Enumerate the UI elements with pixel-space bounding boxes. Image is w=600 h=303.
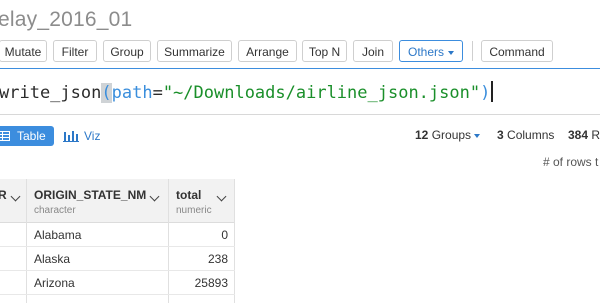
command-arg-value: "~/Downloads/airline_json.json" — [162, 83, 481, 103]
arrange-button[interactable]: Arrange — [238, 40, 297, 62]
cell-total: 25893 — [194, 276, 228, 290]
column-header-total[interactable]: total — [176, 188, 201, 202]
tab-table-label: Table — [17, 129, 46, 143]
toolbar-divider — [472, 41, 473, 61]
cell-total: 238 — [207, 252, 228, 266]
command-function: write_json — [0, 83, 102, 103]
groups-label: Groups — [431, 128, 472, 142]
toolbar: Mutate Filter Group Summarize Arrange To… — [0, 40, 600, 64]
cell-state: Alabama — [34, 228, 82, 242]
data-grid: R ORIGIN_STATE_NM character total numeri… — [0, 179, 600, 303]
rows-note: # of rows t — [543, 155, 599, 169]
columns-info: 3 Columns — [497, 128, 554, 142]
column-header-origin-state[interactable]: ORIGIN_STATE_NM — [34, 188, 146, 202]
view-bar: Table Viz 12 Groups 3 Columns 384 R # of… — [0, 118, 600, 178]
title-bar: elay_2016_01 — [0, 0, 600, 38]
table-row: Alaska 238 — [0, 247, 235, 271]
caret-down-icon — [474, 133, 481, 138]
command-text[interactable]: write_json(path="~/Downloads/airline_jso… — [0, 81, 493, 103]
others-dropdown[interactable]: Others — [399, 40, 463, 62]
column-type-total: numeric — [176, 205, 212, 216]
command-equals: = — [152, 83, 163, 103]
top-n-button[interactable]: Top N — [302, 40, 347, 62]
text-cursor — [491, 81, 493, 102]
filter-button[interactable]: Filter — [53, 40, 97, 62]
mutate-button[interactable]: Mutate — [0, 40, 47, 62]
bar-chart-icon — [63, 131, 79, 142]
table-row: Arizona 25893 — [0, 271, 235, 295]
command-editor[interactable]: write_json(path="~/Downloads/airline_jso… — [0, 68, 600, 115]
others-label: Others — [407, 45, 444, 59]
command-arg-name: path — [111, 83, 153, 103]
columns-label: Columns — [507, 128, 555, 142]
cell-state: Arizona — [34, 276, 75, 290]
table-row: Alabama 0 — [0, 223, 235, 247]
data-frame-title: elay_2016_01 — [0, 8, 133, 31]
join-button[interactable]: Join — [353, 40, 393, 62]
column-type-origin-state: character — [34, 205, 76, 216]
columns-count: 3 — [497, 128, 504, 142]
rows-info: 384 R — [568, 128, 600, 142]
tab-viz[interactable]: Viz — [63, 126, 100, 146]
cell-state: Alaska — [34, 252, 71, 266]
rows-count: 384 — [568, 128, 589, 142]
summarize-button[interactable]: Summarize — [157, 40, 232, 62]
command-close-paren: ) — [480, 83, 491, 103]
rows-label: R — [591, 128, 600, 142]
group-button[interactable]: Group — [103, 40, 151, 62]
groups-dropdown[interactable]: 12 Groups — [415, 128, 481, 142]
command-button[interactable]: Command — [481, 40, 553, 62]
column-header-partial[interactable]: R — [0, 188, 7, 202]
caret-down-icon — [448, 50, 454, 55]
tab-viz-label: Viz — [84, 129, 101, 143]
command-open-paren: ( — [101, 83, 112, 103]
tab-table[interactable]: Table — [0, 126, 54, 146]
table-icon — [0, 131, 10, 141]
cell-total: 0 — [221, 228, 228, 242]
groups-count: 12 — [415, 128, 429, 142]
